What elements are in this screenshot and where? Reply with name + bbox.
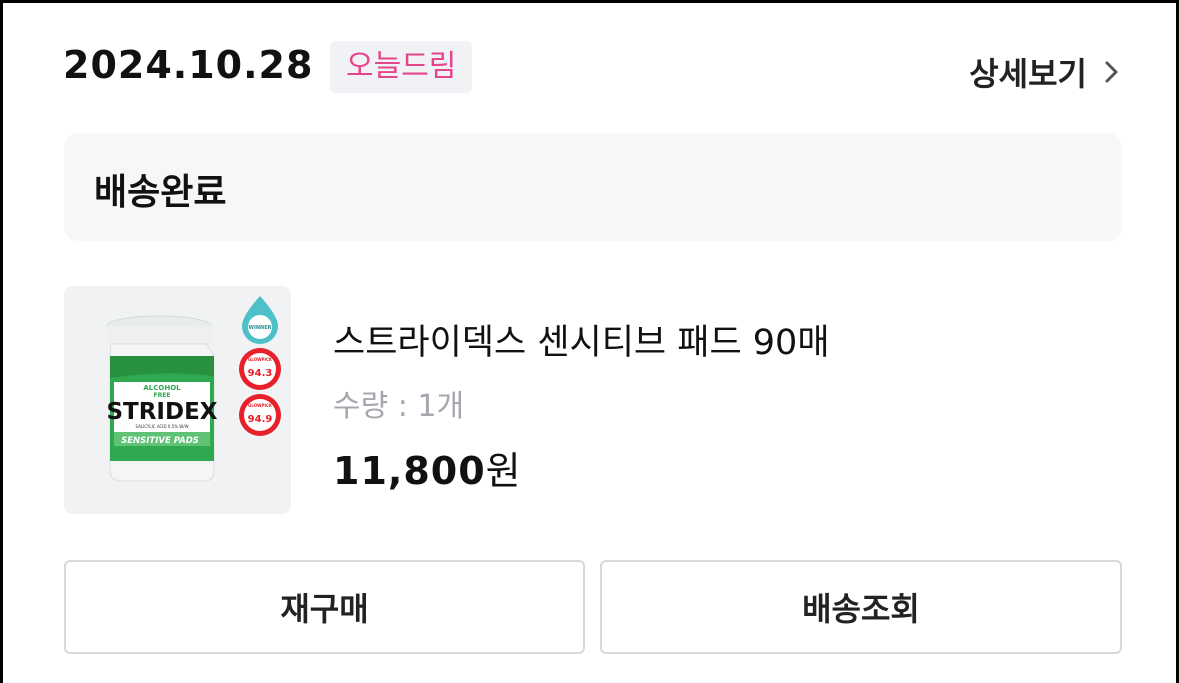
rebuy-button[interactable]: 재구매 bbox=[64, 560, 585, 654]
product-thumbnail[interactable]: ALCOHOL FREE STRIDEX SALICYLIC ACID 0.5%… bbox=[64, 286, 291, 514]
product-quantity: 수량 : 1개 bbox=[333, 389, 465, 424]
order-date: 2024.10.28 bbox=[63, 43, 314, 87]
track-delivery-button[interactable]: 배송조회 bbox=[600, 560, 1122, 654]
order-card: 2024.10.28 오늘드림 상세보기 배송완료 ALCOHOL FREE S… bbox=[0, 0, 1179, 683]
image-score-2: 94.9 bbox=[248, 414, 273, 425]
image-brand: STRIDEX bbox=[106, 399, 217, 425]
order-header: 2024.10.28 오늘드림 상세보기 bbox=[63, 39, 1123, 97]
delivery-status-box: 배송완료 bbox=[64, 133, 1122, 241]
product-name[interactable]: 스트라이덱스 센시티브 패드 90매 bbox=[333, 314, 830, 365]
price-unit: 원 bbox=[485, 449, 521, 493]
image-score-label-2: GLOWPICK bbox=[248, 403, 273, 408]
image-seal: WINNER bbox=[248, 325, 271, 331]
delivery-status: 배송완료 bbox=[94, 172, 227, 213]
chevron-right-icon bbox=[1105, 61, 1118, 83]
product-price: 11,800원 bbox=[333, 440, 521, 495]
image-line2: FREE bbox=[154, 392, 171, 399]
price-number: 11,800 bbox=[333, 449, 486, 493]
detail-link[interactable]: 상세보기 bbox=[969, 49, 1123, 95]
delivery-type-badge: 오늘드림 bbox=[330, 41, 473, 93]
image-sub: SALICYLIC ACID 0.5% W/W bbox=[135, 424, 188, 429]
product-image: ALCOHOL FREE STRIDEX SALICYLIC ACID 0.5%… bbox=[106, 296, 281, 482]
image-score-label-1: GLOWPICK bbox=[248, 357, 273, 362]
image-score-1: 94.3 bbox=[248, 368, 273, 379]
image-band: SENSITIVE PADS bbox=[121, 436, 199, 446]
product-item[interactable]: ALCOHOL FREE STRIDEX SALICYLIC ACID 0.5%… bbox=[64, 286, 1122, 514]
detail-label: 상세보기 bbox=[969, 55, 1087, 93]
image-line1: ALCOHOL bbox=[143, 384, 181, 392]
